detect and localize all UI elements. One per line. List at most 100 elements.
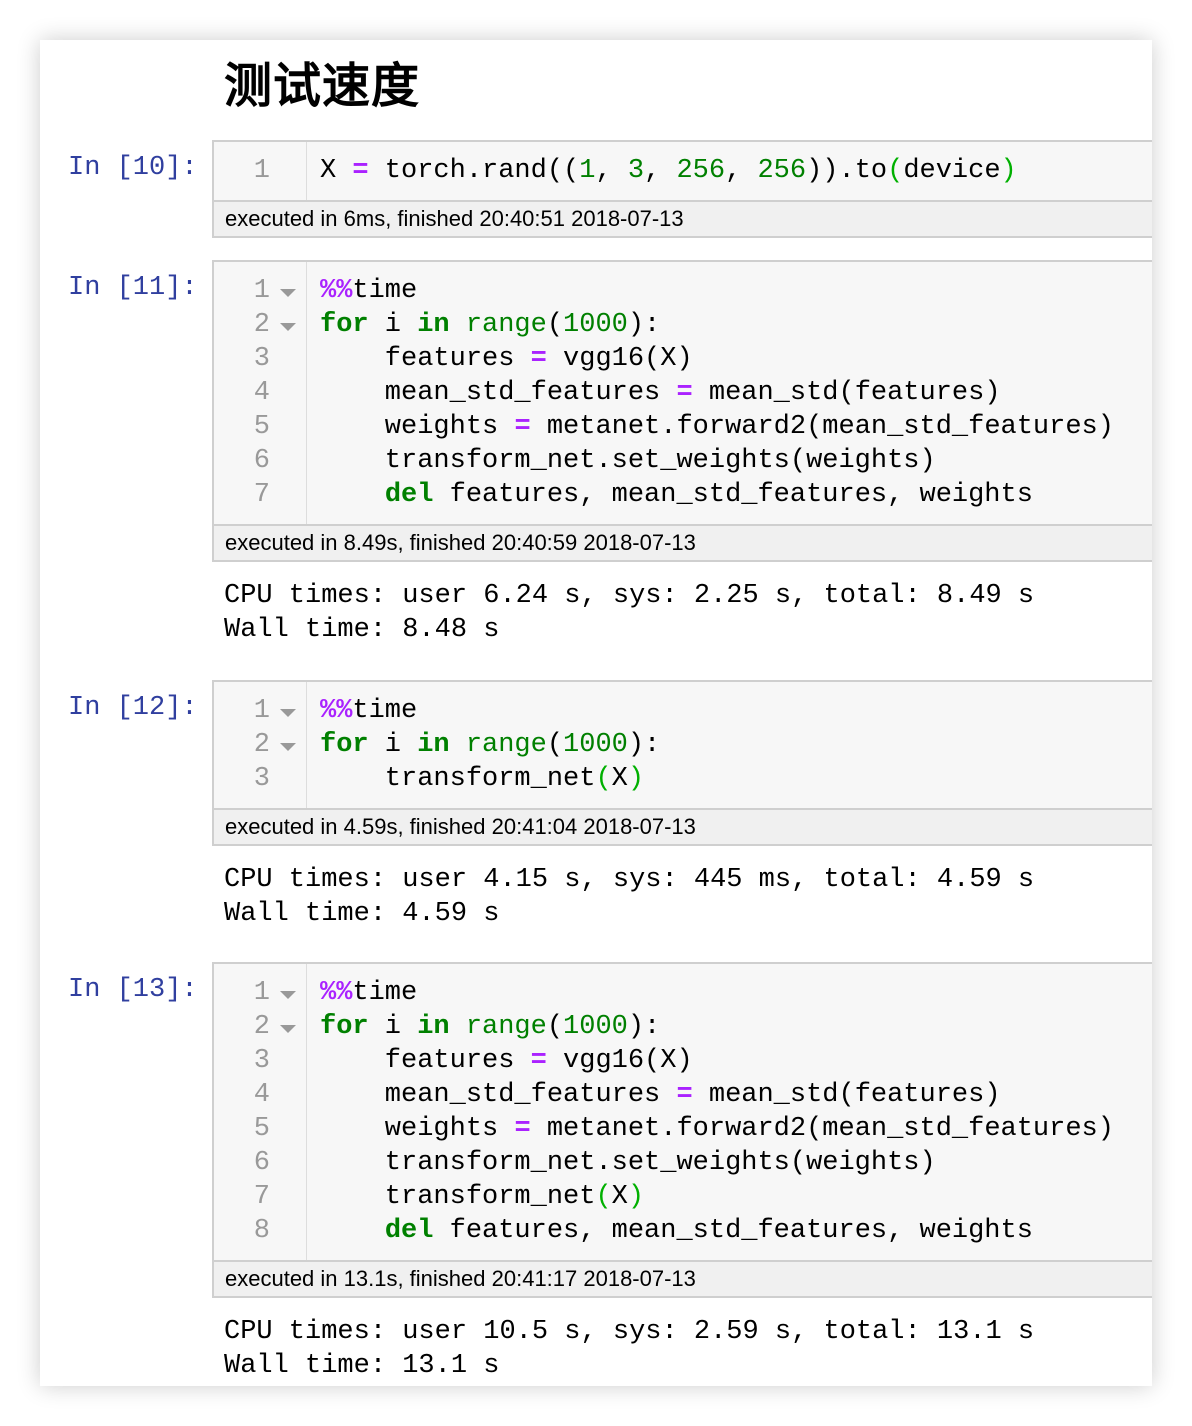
- cell-prompt: In [11]:: [68, 273, 198, 303]
- fold-arrow-icon[interactable]: [280, 289, 296, 297]
- code-cell-input[interactable]: 1 %%time 2 for i in range(1000): 3 features …: [212, 962, 1152, 1298]
- code-token: =: [530, 1046, 547, 1076]
- code-token: (: [546, 730, 564, 760]
- code-text: transform_net(X): [320, 762, 644, 796]
- code-token: features, mean_std_features, weights: [433, 480, 1033, 510]
- code-token: ): [1000, 156, 1017, 186]
- code-token: ): [627, 764, 645, 794]
- code-token: transform_net.set_weights(weights): [320, 1148, 936, 1178]
- code-text: for i in range(1000):: [320, 728, 660, 762]
- line-number: 1: [253, 276, 270, 306]
- code-line: 4 mean_std_features = mean_std(features): [214, 376, 1152, 410]
- code-token: time: [352, 978, 418, 1008]
- code-text: for i in range(1000):: [320, 308, 660, 342]
- code-token: %%: [320, 276, 353, 306]
- code-text: %%time: [320, 694, 417, 728]
- code-token: features: [320, 344, 531, 374]
- code-text: %%time: [320, 976, 417, 1010]
- code-token: (: [887, 156, 904, 186]
- cell-output: CPU times: user 4.15 s, sys: 445 ms, tot…: [224, 863, 1034, 931]
- code-token: for: [320, 1012, 369, 1042]
- code-token: transform_net: [320, 1182, 596, 1212]
- code-line: 3 transform_net(X): [214, 762, 1152, 796]
- code-token: 1000: [563, 1012, 628, 1042]
- code-line: 1 %%time: [214, 694, 1152, 728]
- code-token: %%: [320, 696, 353, 726]
- code-text: mean_std_features = mean_std(features): [320, 1078, 1001, 1112]
- code-token: transform_net.set_weights(weights): [320, 446, 936, 476]
- code-editor[interactable]: 1X = torch.rand((1, 3, 256, 256)).to(dev…: [214, 142, 1152, 200]
- code-token: ,: [595, 156, 628, 186]
- code-token: in: [417, 730, 450, 760]
- code-editor[interactable]: 1 %%time 2 for i in range(1000): 3 features …: [214, 262, 1152, 524]
- code-token: del: [384, 1216, 434, 1246]
- line-number: 6: [253, 1148, 270, 1178]
- code-editor[interactable]: 1 %%time 2 for i in range(1000): 3 transform…: [214, 682, 1152, 808]
- code-text: %%time: [320, 274, 417, 308]
- cell-output: CPU times: user 6.24 s, sys: 2.25 s, tot…: [224, 579, 1034, 647]
- fold-arrow-icon[interactable]: [280, 323, 296, 331]
- line-number: 5: [253, 412, 270, 442]
- section-heading: 测试速度: [224, 58, 421, 114]
- code-token: ):: [627, 730, 661, 760]
- fold-arrow-icon[interactable]: [280, 1025, 296, 1033]
- cell-prompt: In [10]:: [68, 153, 198, 183]
- code-token: 1: [579, 156, 596, 186]
- output-line: CPU times: user 6.24 s, sys: 2.25 s, tot…: [224, 581, 1035, 611]
- code-token: (: [595, 764, 612, 794]
- code-token: metanet.forward2(mean_std_features): [530, 412, 1114, 442]
- code-cell-input[interactable]: 1X = torch.rand((1, 3, 256, 256)).to(dev…: [212, 140, 1152, 238]
- code-token: for: [320, 310, 369, 340]
- code-line: 2 for i in range(1000):: [214, 308, 1152, 342]
- fold-arrow-icon[interactable]: [280, 709, 296, 717]
- code-token: i: [368, 1012, 418, 1042]
- code-token: X: [611, 1182, 628, 1212]
- code-token: =: [676, 1080, 693, 1110]
- code-token: ): [627, 1182, 645, 1212]
- code-text: features = vgg16(X): [320, 1044, 693, 1078]
- code-line: 2 for i in range(1000):: [214, 1010, 1152, 1044]
- code-token: 256: [676, 156, 726, 186]
- line-number: 4: [253, 1080, 270, 1110]
- code-text: transform_net(X): [320, 1180, 644, 1214]
- code-token: ,: [644, 156, 677, 186]
- code-cell-input[interactable]: 1 %%time 2 for i in range(1000): 3 features …: [212, 260, 1152, 562]
- code-text: features = vgg16(X): [320, 342, 693, 376]
- code-token: 1000: [563, 730, 628, 760]
- line-number: 2: [253, 310, 270, 340]
- fold-arrow-icon[interactable]: [280, 991, 296, 999]
- code-token: device: [903, 156, 1001, 186]
- line-number: 2: [253, 1012, 270, 1042]
- code-token: weights: [320, 1114, 515, 1144]
- code-token: (: [546, 310, 564, 340]
- code-editor[interactable]: 1 %%time 2 for i in range(1000): 3 features …: [214, 964, 1152, 1260]
- cell-prompt: In [13]:: [68, 975, 198, 1005]
- line-number: 4: [253, 378, 270, 408]
- notebook-frame: 测试速度 In [10]: 1 X = torch.rand((1, 3, 256,…: [40, 40, 1152, 1386]
- code-token: range: [465, 1012, 547, 1042]
- code-line: 7 transform_net(X): [214, 1180, 1152, 1214]
- code-text: weights = metanet.forward2(mean_std_feat…: [320, 410, 1114, 444]
- code-token: i: [368, 730, 418, 760]
- code-token: features, mean_std_features, weights: [433, 1216, 1033, 1246]
- line-number: 3: [253, 344, 270, 374]
- line-number: 6: [253, 446, 270, 476]
- code-text: del features, mean_std_features, weights: [320, 1214, 1033, 1248]
- cell-prompt: In [12]:: [68, 693, 198, 723]
- line-number: 3: [253, 764, 270, 794]
- code-token: vgg16(X): [546, 1046, 693, 1076]
- code-token: (: [546, 1012, 564, 1042]
- code-line: 7 del features, mean_std_features, weigh…: [214, 478, 1152, 512]
- code-text: weights = metanet.forward2(mean_std_feat…: [320, 1112, 1114, 1146]
- code-token: 3: [627, 156, 645, 186]
- code-cell-input[interactable]: 1 %%time 2 for i in range(1000): 3 transform…: [212, 680, 1152, 846]
- line-number: 8: [253, 1216, 270, 1246]
- code-token: metanet.forward2(mean_std_features): [530, 1114, 1114, 1144]
- code-token: range: [465, 310, 547, 340]
- output-line: CPU times: user 4.15 s, sys: 445 ms, tot…: [224, 865, 1035, 895]
- code-token: for: [320, 730, 369, 760]
- fold-arrow-icon[interactable]: [280, 743, 296, 751]
